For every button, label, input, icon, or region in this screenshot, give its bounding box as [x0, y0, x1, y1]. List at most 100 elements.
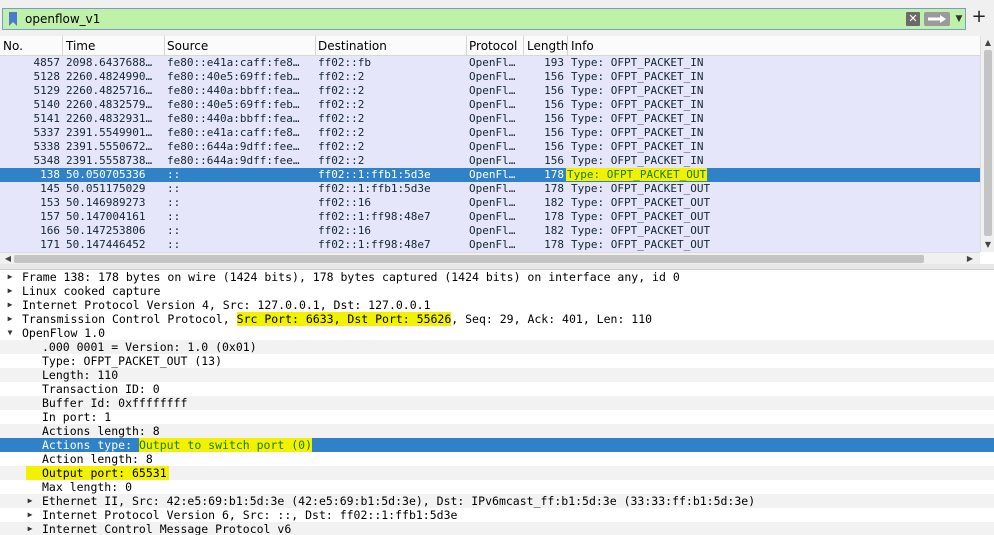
packet-source: fe80::644a:9dff:fee… — [167, 154, 300, 167]
display-filter-field[interactable]: ✕ ▼ — [2, 8, 966, 30]
expand-arrow-icon[interactable]: ▶ — [4, 298, 16, 312]
column-header-time[interactable]: Time — [66, 39, 95, 53]
scroll-down-icon[interactable]: ▼ — [983, 240, 993, 250]
actions-type-label: Actions type: — [42, 438, 139, 452]
tcp-suffix: , Seq: 29, Ack: 401, Len: 110 — [451, 312, 653, 326]
packet-length: 178 — [544, 210, 564, 223]
tree-item-length[interactable]: Length: 110 — [0, 368, 994, 382]
tree-item-label: Transmission Control Protocol, Src Port:… — [22, 312, 652, 326]
expand-arrow-icon[interactable]: ▶ — [24, 522, 36, 535]
packet-info: Type: OFPT_PACKET_OUT — [571, 238, 711, 251]
packet-info: Type: OFPT_PACKET_OUT — [571, 196, 711, 209]
display-filter-toolbar: ✕ ▼ + — [0, 0, 994, 36]
tree-item-openflow[interactable]: ▼ OpenFlow 1.0 — [0, 326, 994, 340]
tree-item-transaction-id[interactable]: Transaction ID: 0 — [0, 382, 994, 396]
tree-item-in-port[interactable]: In port: 1 — [0, 410, 994, 424]
packet-destination: ff02::2 — [318, 98, 365, 111]
table-row[interactable]: 153 50.146989273:: ff02::16 OpenFl… 182 Type:… — [0, 196, 980, 210]
packet-destination: ff02::1:ffb1:5d3e — [318, 182, 431, 195]
table-row[interactable]: 4857 2098.6437688… fe80::e41a:caff:fe8… ff0… — [0, 56, 980, 70]
tree-item-linux-cooked[interactable]: ▶ Linux cooked capture — [0, 284, 994, 298]
table-row[interactable]: 5337 2391.5549901… fe80::e41a:caff:fe8… ff0… — [0, 126, 980, 140]
tree-item-ipv4[interactable]: ▶ Internet Protocol Version 4, Src: 127.… — [0, 298, 994, 312]
packet-no: 5348 — [33, 154, 61, 167]
arrow-right-icon[interactable] — [924, 12, 950, 26]
packet-time: 50.147004161 — [66, 210, 146, 223]
packet-length: 156 — [544, 154, 564, 167]
table-row[interactable]: 166 50.147253806:: ff02::16 OpenFl… 182 Type:… — [0, 224, 980, 238]
packet-time: 2391.5550672… — [66, 140, 153, 153]
scroll-up-icon[interactable]: ▲ — [983, 38, 993, 48]
tree-item-actions-length[interactable]: Actions length: 8 — [0, 424, 994, 438]
table-row[interactable]: 5348 2391.5558738… fe80::644a:9dff:fee… ff0… — [0, 154, 980, 168]
tree-item-output-port[interactable]: Output port: 65531 — [0, 466, 994, 480]
collapse-arrow-icon[interactable]: ▼ — [4, 326, 16, 340]
tree-item-label: Action length: 8 — [42, 452, 153, 466]
expand-arrow-icon[interactable]: ▶ — [24, 508, 36, 522]
expand-arrow-icon[interactable]: ▶ — [4, 312, 16, 326]
bookmark-icon[interactable] — [3, 9, 23, 29]
table-row-selected[interactable]: 138 50.050705336:: ff02::1:ffb1:5d3e OpenFl… — [0, 168, 980, 182]
table-row[interactable]: 171 50.147446452:: ff02::1:ff98:48e7 OpenFl… — [0, 238, 980, 252]
packet-list-horizontal-scrollbar[interactable]: ◀ ▶ — [0, 252, 980, 264]
expand-arrow-icon[interactable]: ▶ — [24, 494, 36, 508]
expand-arrow-icon[interactable]: ▶ — [4, 270, 16, 284]
packet-time: 50.051175029 — [66, 182, 146, 195]
column-header-destination[interactable]: Destination — [318, 39, 387, 53]
column-header-info[interactable]: Info — [571, 39, 594, 53]
scrollbar-thumb[interactable] — [14, 255, 924, 263]
tree-item-ethernet[interactable]: ▶ Ethernet II, Src: 42:e5:69:b1:5d:3e (4… — [0, 494, 994, 508]
packet-time: 2391.5549901… — [66, 126, 153, 139]
add-filter-button[interactable]: + — [970, 7, 988, 29]
packet-no: 145 — [40, 182, 60, 195]
packet-length: 178 — [544, 238, 564, 251]
tree-item-type[interactable]: Type: OFPT_PACKET_OUT (13) — [0, 354, 994, 368]
column-header-protocol[interactable]: Protocol — [469, 39, 517, 53]
packet-no: 4857 — [33, 56, 61, 69]
packet-source: fe80::e41a:caff:fe8… — [167, 56, 300, 69]
table-row[interactable]: 5129 2260.4825716… fe80::440a:bbff:fea… ff0… — [0, 84, 980, 98]
tree-item-tcp[interactable]: ▶ Transmission Control Protocol, Src Por… — [0, 312, 994, 326]
packet-length: 156 — [544, 84, 564, 97]
expand-arrow-icon[interactable]: ▶ — [4, 284, 16, 298]
tree-item-action-length[interactable]: Action length: 8 — [0, 452, 994, 466]
chevron-down-icon[interactable]: ▼ — [953, 12, 965, 26]
packet-source: fe80::440a:bbff:fea… — [167, 112, 300, 125]
tree-item-version[interactable]: .000 0001 = Version: 1.0 (0x01) — [0, 340, 994, 354]
packet-no: 5338 — [33, 140, 61, 153]
column-header-source[interactable]: Source — [167, 39, 208, 53]
packet-destination: ff02::2 — [318, 112, 365, 125]
packet-destination: ff02::fb — [318, 56, 371, 69]
packet-length: 182 — [544, 196, 564, 209]
tree-item-ipv6[interactable]: ▶ Internet Protocol Version 6, Src: ::, … — [0, 508, 994, 522]
packet-no: 5141 — [33, 112, 61, 125]
column-header-length[interactable]: Length — [527, 39, 568, 53]
table-row[interactable]: 5128 2260.4824990… fe80::40e5:69ff:feb… ff0… — [0, 70, 980, 84]
packet-list: No. Time Source Destination Protocol Len… — [0, 36, 994, 264]
tree-item-frame[interactable]: ▶ Frame 138: 178 bytes on wire (1424 bit… — [0, 270, 994, 284]
packet-protocol: OpenFl… — [469, 70, 516, 83]
packet-no: 157 — [40, 210, 60, 223]
table-row[interactable]: 5141 2260.4832931… fe80::440a:bbff:fea… ff0… — [0, 112, 980, 126]
packet-time: 50.147253806 — [66, 224, 146, 237]
display-filter-input[interactable] — [25, 9, 885, 29]
packet-info: Type: OFPT_PACKET_IN — [571, 70, 704, 83]
tree-item-actions-type-selected[interactable]: Actions type: Output to switch port (0) — [0, 438, 994, 452]
packet-list-header: No. Time Source Destination Protocol Len… — [0, 36, 980, 56]
table-row[interactable]: 5338 2391.5550672… fe80::644a:9dff:fee… ff0… — [0, 140, 980, 154]
table-row[interactable]: 145 50.051175029:: ff02::1:ffb1:5d3e OpenFl… — [0, 182, 980, 196]
table-row[interactable]: 157 50.147004161:: ff02::1:ff98:48e7 OpenFl… — [0, 210, 980, 224]
packet-source: :: — [167, 238, 181, 251]
clear-icon[interactable]: ✕ — [906, 12, 920, 26]
packet-list-vertical-scrollbar[interactable]: ▲ ▼ — [980, 36, 994, 252]
tree-item-max-length[interactable]: Max length: 0 — [0, 480, 994, 494]
column-header-no[interactable]: No. — [3, 39, 23, 53]
packet-length: 156 — [544, 70, 564, 83]
packet-rows: 4857 2098.6437688… fe80::e41a:caff:fe8… ff0… — [0, 56, 980, 252]
packet-destination: ff02::2 — [318, 154, 365, 167]
table-row[interactable]: 5140 2260.4832579… fe80::40e5:69ff:feb… ff0… — [0, 98, 980, 112]
packet-time: 50.147446452 — [66, 238, 146, 251]
scrollbar-thumb[interactable] — [984, 50, 992, 236]
tree-item-buffer-id[interactable]: Buffer Id: 0xffffffff — [0, 396, 994, 410]
tree-item-icmpv6[interactable]: ▶ Internet Control Message Protocol v6 — [0, 522, 994, 535]
